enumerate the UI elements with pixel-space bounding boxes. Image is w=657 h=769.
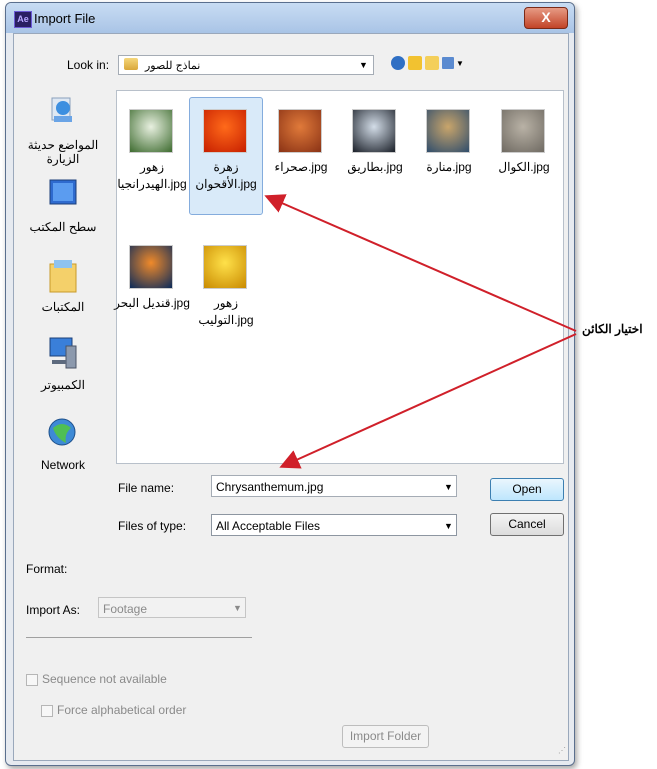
resize-grip-icon[interactable]: ⋰ [558, 746, 566, 755]
place-network[interactable]: Network [18, 410, 108, 480]
file-item[interactable]: زهور jpg.التوليب [191, 235, 263, 355]
places-bar: المواضع حديثة الزيارة سطح المكتب المكتبا… [18, 88, 108, 508]
network-icon [48, 418, 76, 446]
filename-label: File name: [118, 481, 175, 495]
filetype-value: All Acceptable Files [216, 519, 321, 533]
annotation-label: اختيار الكائن [582, 322, 643, 336]
place-desktop[interactable]: سطح المكتب [18, 170, 108, 240]
file-item[interactable]: jpg.الكوال [489, 99, 561, 219]
back-icon[interactable] [391, 56, 405, 70]
new-folder-icon[interactable] [425, 56, 439, 70]
file-item-selected[interactable]: زهرة jpg.الأقحوان [189, 97, 263, 219]
divider [26, 637, 252, 638]
place-libraries[interactable]: المكتبات [18, 248, 108, 318]
view-menu-arrow-icon[interactable]: ▼ [456, 59, 464, 68]
desktop-icon [49, 179, 77, 205]
filename-value: Chrysanthemum.jpg [216, 480, 324, 494]
view-menu-icon[interactable] [442, 57, 454, 69]
filetype-dropdown[interactable]: All Acceptable Files ▼ [211, 514, 457, 536]
cancel-button[interactable]: Cancel [490, 513, 564, 536]
file-thumbnail [278, 109, 322, 153]
chevron-down-icon[interactable]: ▼ [233, 603, 242, 613]
filename-input[interactable]: Chrysanthemum.jpg ▼ [211, 475, 457, 497]
place-computer[interactable]: الكمبيوتر [18, 328, 108, 398]
filetype-label: Files of type: [118, 519, 187, 533]
file-item[interactable]: jpg.بطاريق [340, 99, 412, 219]
file-item[interactable]: jpg.صحراء [266, 99, 338, 219]
place-recent[interactable]: المواضع حديثة الزيارة [18, 88, 108, 166]
lookin-value: نماذج للصور [145, 60, 201, 72]
lookin-label: Look in: [67, 58, 110, 72]
close-button[interactable]: X [524, 7, 568, 29]
file-thumbnail [203, 245, 247, 289]
file-list[interactable]: jpg.الكوال jpg.منارة jpg.بطاريق jpg.صحرا… [114, 90, 564, 464]
file-item[interactable]: jpg.منارة [414, 99, 486, 219]
file-thumbnail [352, 109, 396, 153]
chevron-down-icon[interactable]: ▼ [359, 60, 368, 70]
file-thumbnail [129, 109, 173, 153]
sequence-checkbox[interactable] [26, 674, 38, 686]
file-name: زهور jpg.الهيدرانجيا [107, 159, 197, 193]
title-bar[interactable]: Ae Import File X [6, 3, 574, 33]
file-name-line2: jpg.الهيدرانجيا [117, 177, 187, 191]
force-alphabetical-label: Force alphabetical order [57, 703, 187, 717]
place-label-libraries: المكتبات [41, 300, 85, 314]
dialog-body: Look in: نماذج للصور ▼ ▼ المواضع حديثة ا… [13, 33, 569, 761]
file-name: زهور jpg.التوليب [181, 295, 271, 329]
import-as-label: Import As: [26, 603, 81, 617]
file-thumbnail [501, 109, 545, 153]
file-thumbnail [426, 109, 470, 153]
sequence-label: Sequence not available [42, 672, 167, 686]
folder-icon [124, 58, 138, 70]
after-effects-app-icon: Ae [14, 11, 32, 28]
computer-icon [49, 337, 77, 369]
up-folder-icon[interactable] [408, 56, 422, 70]
file-name-line1: زهور [139, 160, 165, 174]
file-name-line1: زهور [213, 296, 239, 310]
place-label-computer: الكمبيوتر [41, 378, 85, 392]
place-label-desktop: سطح المكتب [29, 220, 97, 234]
force-alphabetical-checkbox[interactable] [41, 705, 53, 717]
lookin-dropdown[interactable]: نماذج للصور ▼ [118, 55, 374, 75]
file-name-line2: jpg.التوليب [198, 313, 254, 327]
file-thumbnail [129, 245, 173, 289]
import-folder-button[interactable]: Import Folder [342, 725, 429, 748]
recent-places-icon [51, 97, 72, 122]
chevron-down-icon[interactable]: ▼ [444, 521, 453, 531]
import-file-dialog: Ae Import File X Look in: نماذج للصور ▼ … [5, 2, 575, 766]
libraries-icon [49, 260, 77, 293]
open-button[interactable]: Open [490, 478, 564, 501]
import-as-dropdown[interactable]: Footage ▼ [98, 597, 246, 618]
chevron-down-icon[interactable]: ▼ [444, 482, 453, 492]
import-as-value: Footage [103, 602, 148, 616]
file-thumbnail [203, 109, 247, 153]
place-label-network: Network [40, 458, 85, 472]
file-item[interactable]: زهور jpg.الهيدرانجيا [117, 99, 189, 219]
file-item[interactable]: jpg.قنديل البحر [114, 235, 190, 355]
window-title: Import File [34, 11, 96, 26]
place-label-recent: المواضع حديثة الزيارة [27, 138, 99, 166]
format-label: Format: [26, 562, 68, 576]
